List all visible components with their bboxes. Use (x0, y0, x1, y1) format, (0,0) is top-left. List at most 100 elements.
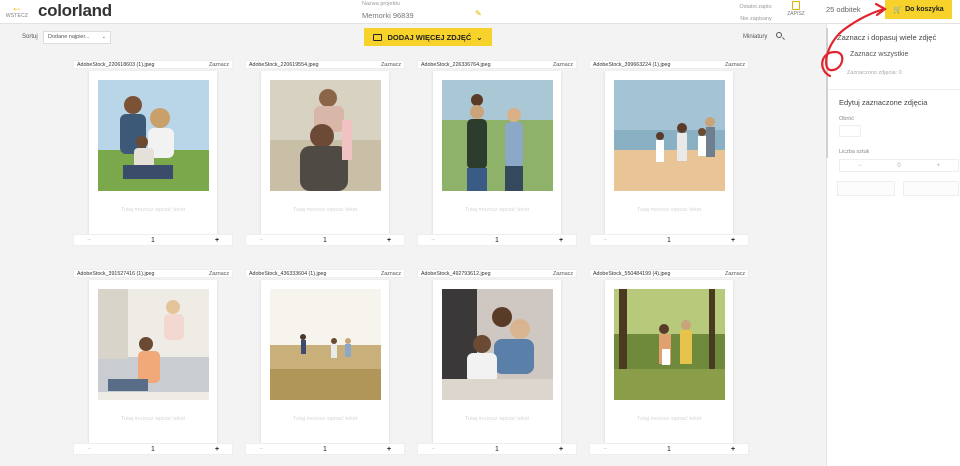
rotate-button[interactable] (839, 125, 861, 137)
quantity-stepper: −1 + (417, 443, 577, 455)
file-name: AdobeStock_391527416 (1).jpeg (77, 271, 155, 277)
photo[interactable] (442, 289, 553, 400)
quantity-plus[interactable]: + (718, 446, 748, 453)
photo[interactable] (614, 80, 725, 191)
quantity-minus[interactable]: − (246, 446, 276, 453)
project-name-input[interactable]: Memorki 96839 (362, 11, 414, 20)
photo-tile: AdobeStock_226336764.jpeg Zaznacz Tutaj mo… (417, 60, 577, 250)
back-button[interactable]: ← WSTECZ (5, 1, 29, 19)
quantity-plus[interactable]: + (919, 163, 958, 169)
quantity-value[interactable]: 1 (620, 237, 718, 244)
select-checkbox[interactable]: Zaznacz (725, 62, 745, 68)
quantity-value[interactable]: 1 (448, 237, 546, 244)
select-checkbox[interactable]: Zaznacz (553, 62, 573, 68)
add-photos-button[interactable]: DODAJ WIĘCEJ ZDJĘĆ ⌄ (364, 28, 492, 46)
cart-icon: 🛒 (893, 6, 903, 14)
sort-label: Sortuj (22, 34, 38, 40)
quantity-plus[interactable]: + (202, 446, 232, 453)
select-checkbox[interactable]: Zaznacz (381, 62, 401, 68)
select-checkbox[interactable]: Zaznacz (553, 271, 573, 277)
select-checkbox[interactable]: Zaznacz (209, 62, 229, 68)
photo-paper[interactable]: Tutaj możesz wpisać tekst (605, 280, 733, 443)
quantity-plus[interactable]: + (546, 446, 576, 453)
sidebar-quantity-stepper[interactable]: − 0 + (839, 159, 959, 172)
photo-paper[interactable]: Tutaj możesz wpisać tekst (89, 280, 217, 443)
photo-paper[interactable]: Tutaj możesz wpisać tekst (433, 280, 561, 443)
photo-paper[interactable]: Tutaj możesz wpisać tekst (261, 280, 389, 443)
caption-input[interactable]: Tutaj możesz wpisać tekst (605, 207, 733, 213)
caption-input[interactable]: Tutaj możesz wpisać tekst (261, 416, 389, 422)
apply-button[interactable] (903, 181, 959, 196)
caption-input[interactable]: Tutaj możesz wpisać tekst (433, 207, 561, 213)
quantity-minus[interactable]: − (418, 237, 448, 244)
quantity-minus[interactable]: − (418, 446, 448, 453)
chevron-down-icon: ⌄ (101, 34, 106, 40)
photo-paper[interactable]: Tutaj możesz wpisać tekst (89, 71, 217, 234)
caption-input[interactable]: Tutaj możesz wpisać tekst (433, 416, 561, 422)
quantity-value[interactable]: 1 (276, 446, 374, 453)
quantity-value[interactable]: 1 (620, 446, 718, 453)
logo[interactable]: colorland (38, 1, 112, 21)
file-name-bar: AdobeStock_220619554.jpeg Zaznacz (245, 60, 405, 69)
quantity-value[interactable]: 1 (448, 446, 546, 453)
photo-image (614, 80, 725, 191)
photo[interactable] (98, 80, 209, 191)
quantity-minus[interactable]: − (590, 237, 620, 244)
photo[interactable] (614, 289, 725, 400)
quantity-value[interactable]: 1 (104, 446, 202, 453)
quantity-minus[interactable]: − (590, 446, 620, 453)
quantity-plus[interactable]: + (374, 237, 404, 244)
photo-paper[interactable]: Tutaj możesz wpisać tekst (605, 71, 733, 234)
caption-input[interactable]: Tutaj możesz wpisać tekst (89, 207, 217, 213)
photo[interactable] (442, 80, 553, 191)
file-name-bar: AdobeStock_399663224 (1).jpeg Zaznacz (589, 60, 749, 69)
quantity-value[interactable]: 1 (276, 237, 374, 244)
photo-tile: AdobeStock_399663224 (1).jpeg Zaznacz Tuta… (589, 60, 749, 250)
photo-tile: AdobeStock_492793612.jpeg Zaznacz Tutaj mo… (417, 269, 577, 459)
caption-input[interactable]: Tutaj możesz wpisać tekst (89, 416, 217, 422)
select-checkbox[interactable]: Zaznacz (725, 271, 745, 277)
select-checkbox[interactable]: Zaznacz (209, 271, 229, 277)
thumbnails-label: Miniatury (743, 34, 768, 40)
save-button[interactable]: ZAPISZ (786, 1, 806, 17)
quantity-plus[interactable]: + (202, 237, 232, 244)
quantity-plus[interactable]: + (374, 446, 404, 453)
cart-button[interactable]: 🛒 Do koszyka (885, 0, 952, 19)
caption-input[interactable]: Tutaj możesz wpisać tekst (605, 416, 733, 422)
photo-tile: AdobeStock_220618603 (1).jpeg Zaznacz Tuta… (73, 60, 233, 250)
photo[interactable] (270, 80, 381, 191)
quantity-minus[interactable]: − (74, 446, 104, 453)
pencil-icon[interactable]: ✎ (475, 9, 482, 18)
quantity-stepper: −1 + (589, 443, 749, 455)
search-icon[interactable] (776, 32, 782, 38)
quantity-minus[interactable]: − (840, 163, 879, 169)
quantity-value: 0 (897, 162, 901, 169)
top-bar: ← WSTECZ colorland Nazwa projektu Memork… (0, 0, 960, 24)
quantity-value[interactable]: 1 (104, 237, 202, 244)
file-name-bar: AdobeStock_220618603 (1).jpeg Zaznacz (73, 60, 233, 69)
quantity-plus[interactable]: + (718, 237, 748, 244)
quantity-plus[interactable]: + (546, 237, 576, 244)
photo-paper[interactable]: Tutaj możesz wpisać tekst (261, 71, 389, 234)
sort-value: Dodane najpier... (48, 34, 90, 40)
cancel-button[interactable] (837, 181, 895, 196)
photo[interactable] (270, 289, 381, 400)
file-name: AdobeStock_550484199 (4).jpeg (593, 271, 671, 277)
photo-tile: AdobeStock_436333604 (1).jpeg Zaznacz Tuta… (245, 269, 405, 459)
file-name: AdobeStock_399663224 (1).jpeg (593, 62, 671, 68)
image-icon (373, 33, 383, 41)
quantity-minus[interactable]: − (246, 237, 276, 244)
select-all-link[interactable]: Zaznacz wszystkie (850, 51, 908, 58)
caption-input[interactable]: Tutaj możesz wpisać tekst (261, 207, 389, 213)
floppy-icon (792, 1, 800, 10)
photo[interactable] (98, 289, 209, 400)
photo-paper[interactable]: Tutaj możesz wpisać tekst (433, 71, 561, 234)
scrollbar[interactable] (826, 28, 828, 158)
sort-select[interactable]: Dodane najpier... ⌄ (43, 31, 111, 44)
select-checkbox[interactable]: Zaznacz (381, 271, 401, 277)
photo-image (442, 80, 553, 191)
photo-image (98, 289, 209, 400)
quantity-minus[interactable]: − (74, 237, 104, 244)
quantity-stepper: −1 + (73, 443, 233, 455)
rotate-label: Obróć (839, 116, 854, 122)
